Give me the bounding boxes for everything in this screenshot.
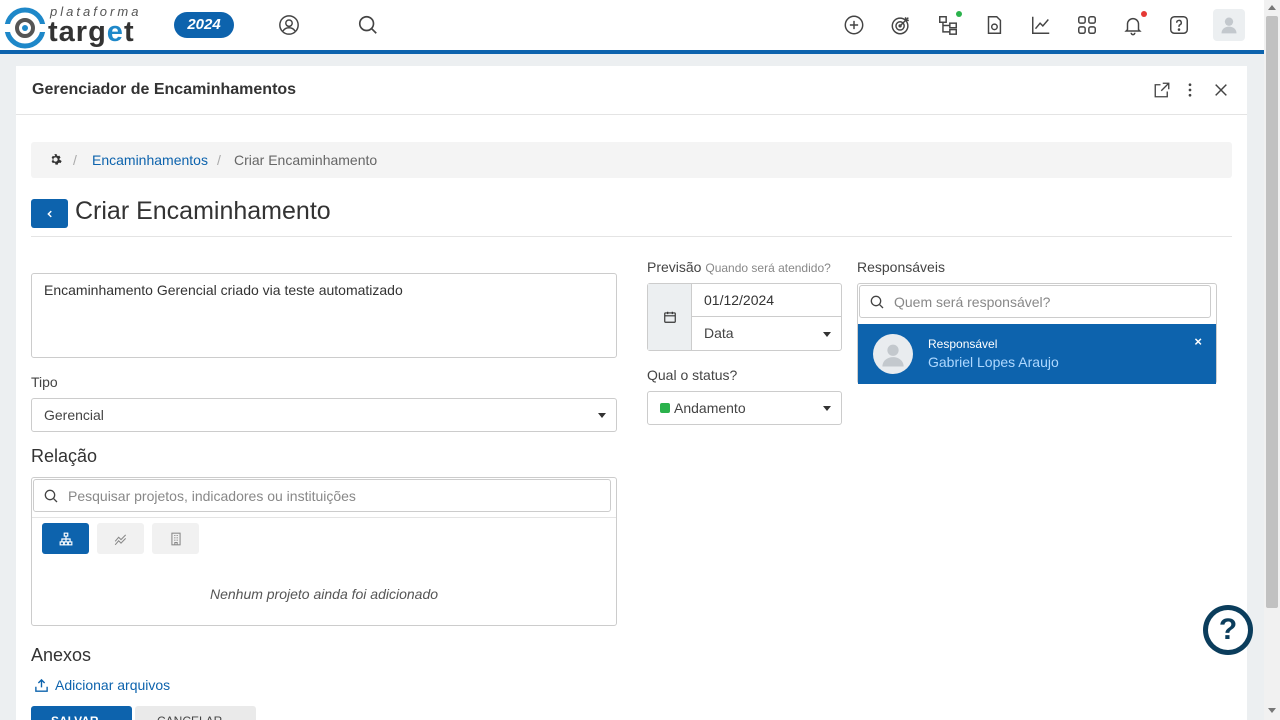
relacao-title: Relação bbox=[31, 446, 98, 466]
breadcrumb-separator: / bbox=[217, 152, 221, 168]
responsaveis-search-placeholder: Quem será responsável? bbox=[894, 293, 1051, 310]
top-navbar: plataforma target 2024 bbox=[0, 0, 1264, 50]
scroll-down-arrow-icon[interactable] bbox=[1268, 708, 1276, 713]
panel-header: Gerenciador de Encaminhamentos bbox=[16, 66, 1247, 115]
tipo-select-value: Gerencial bbox=[44, 407, 104, 423]
help-button[interactable]: ? bbox=[1203, 605, 1253, 655]
target-icon[interactable] bbox=[889, 13, 913, 37]
main-panel: Gerenciador de Encaminhamentos / Encamin… bbox=[16, 66, 1247, 720]
status-label: Qual o status? bbox=[647, 367, 738, 383]
breadcrumb: / Encaminhamentos / Criar Encaminhamento bbox=[31, 142, 1232, 178]
hierarchy-icon[interactable] bbox=[936, 11, 962, 37]
description-textarea[interactable]: Encaminhamento Gerencial criado via test… bbox=[31, 273, 617, 358]
logo-main-text: target bbox=[48, 16, 135, 48]
relacao-search-placeholder: Pesquisar projetos, indicadores ou insti… bbox=[68, 487, 356, 504]
upload-icon bbox=[35, 678, 48, 692]
tab-indicadores[interactable] bbox=[97, 523, 144, 554]
sitemap-icon bbox=[59, 532, 72, 545]
open-external-icon[interactable] bbox=[1152, 80, 1172, 100]
tipo-label: Tipo bbox=[31, 374, 58, 390]
tab-projetos[interactable] bbox=[42, 523, 89, 554]
panel-title: Gerenciador de Encaminhamentos bbox=[32, 81, 297, 98]
add-circle-icon[interactable] bbox=[842, 13, 866, 37]
remove-responsavel-button[interactable]: × bbox=[1194, 334, 1202, 349]
responsavel-name: Gabriel Lopes Araujo bbox=[928, 354, 1059, 370]
scroll-thumb[interactable] bbox=[1266, 16, 1278, 608]
user-circle-icon[interactable] bbox=[277, 13, 301, 37]
chevron-down-icon bbox=[598, 413, 606, 418]
status-select-value: Andamento bbox=[674, 400, 746, 416]
previsao-type-value: Data bbox=[704, 325, 734, 341]
building-icon bbox=[170, 532, 181, 545]
responsaveis-label: Responsáveis bbox=[857, 259, 945, 275]
back-button[interactable] bbox=[31, 199, 68, 228]
bell-icon[interactable] bbox=[1121, 11, 1147, 37]
chevron-down-icon bbox=[823, 406, 831, 411]
help-icon[interactable] bbox=[1167, 13, 1191, 37]
status-color-dot bbox=[660, 403, 670, 413]
responsavel-role: Responsável bbox=[928, 337, 998, 351]
relacao-box: Pesquisar projetos, indicadores ou insti… bbox=[31, 477, 617, 626]
tipo-select[interactable]: Gerencial bbox=[31, 398, 617, 432]
previsao-date-input[interactable]: 01/12/2024 bbox=[692, 284, 841, 317]
divider bbox=[32, 517, 616, 518]
previsao-type-select[interactable]: Data bbox=[692, 317, 841, 350]
chevron-down-icon bbox=[823, 331, 831, 337]
target-logo-icon bbox=[2, 7, 48, 49]
search-icon[interactable] bbox=[356, 13, 380, 37]
breadcrumb-current: Criar Encaminhamento bbox=[234, 152, 378, 168]
apps-grid-icon[interactable] bbox=[1075, 13, 1099, 37]
document-settings-icon[interactable] bbox=[982, 13, 1006, 37]
user-avatar-icon[interactable] bbox=[1213, 9, 1245, 41]
close-icon[interactable] bbox=[1211, 80, 1231, 100]
trend-icon bbox=[114, 534, 126, 545]
relacao-empty-message: Nenhum projeto ainda foi adicionado bbox=[209, 586, 439, 602]
more-options-icon[interactable] bbox=[1180, 80, 1200, 100]
page-title: Criar Encaminhamento bbox=[75, 197, 331, 225]
online-dot-icon bbox=[956, 11, 962, 17]
tab-instituicoes[interactable] bbox=[152, 523, 199, 554]
previsao-hint: Quando será atendido? bbox=[705, 261, 831, 275]
cancel-button[interactable]: CANCELAR bbox=[135, 706, 256, 720]
relacao-search-input[interactable]: Pesquisar projetos, indicadores ou insti… bbox=[33, 479, 611, 512]
previsao-label: Previsão Quando será atendido? bbox=[647, 259, 831, 275]
scrollbar[interactable] bbox=[1264, 0, 1280, 720]
breadcrumb-link-encaminhamentos[interactable]: Encaminhamentos bbox=[92, 152, 208, 168]
line-chart-icon[interactable] bbox=[1029, 13, 1053, 37]
search-icon bbox=[34, 488, 68, 504]
add-files-label: Adicionar arquivos bbox=[55, 677, 171, 693]
anexos-title: Anexos bbox=[31, 645, 92, 665]
responsavel-item: Responsável Gabriel Lopes Araujo × bbox=[858, 324, 1216, 384]
divider bbox=[31, 236, 1232, 237]
platform-logo[interactable]: plataforma target bbox=[2, 2, 147, 49]
previsao-label-text: Previsão bbox=[647, 259, 702, 275]
gear-icon[interactable] bbox=[49, 153, 62, 169]
scroll-up-arrow-icon[interactable] bbox=[1268, 5, 1276, 10]
search-icon bbox=[860, 294, 894, 310]
notification-dot-icon bbox=[1141, 11, 1147, 17]
save-button[interactable]: SALVAR bbox=[31, 706, 132, 720]
previsao-date-group: 01/12/2024 Data bbox=[647, 283, 842, 351]
chevron-left-icon bbox=[46, 210, 52, 217]
breadcrumb-separator: / bbox=[73, 152, 77, 168]
avatar bbox=[873, 334, 913, 374]
responsaveis-search-input[interactable]: Quem será responsável? bbox=[859, 285, 1211, 318]
calendar-icon[interactable] bbox=[648, 284, 692, 350]
add-files-link[interactable]: Adicionar arquivos bbox=[34, 677, 170, 693]
responsaveis-box: Quem será responsável? Responsável Gabri… bbox=[857, 283, 1217, 384]
topbar-accent-line bbox=[0, 50, 1264, 54]
year-badge[interactable]: 2024 bbox=[174, 12, 234, 38]
status-select[interactable]: Andamento bbox=[647, 391, 842, 425]
question-mark-icon: ? bbox=[1208, 610, 1248, 650]
